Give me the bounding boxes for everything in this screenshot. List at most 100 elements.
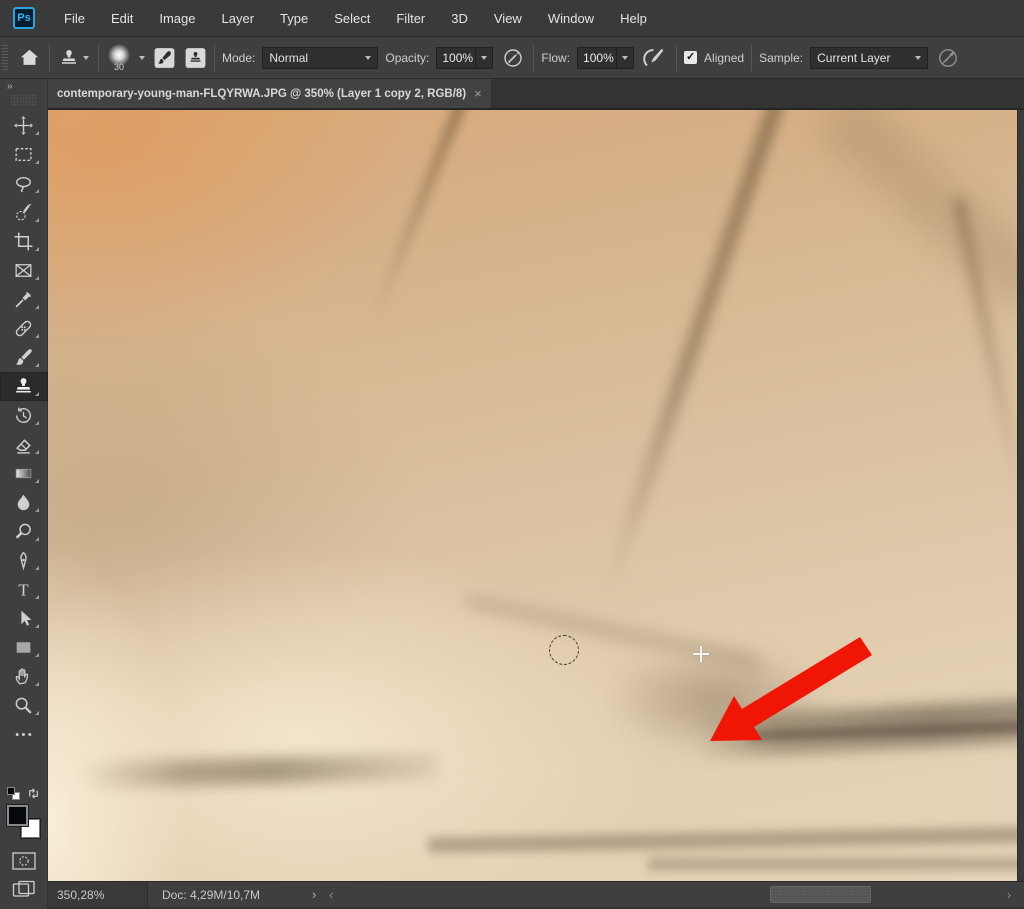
toolbar-tools: T <box>0 111 48 749</box>
scroll-right-arrow[interactable]: › <box>1002 887 1016 902</box>
tool-crop[interactable] <box>0 227 48 256</box>
options-separator <box>98 44 99 71</box>
tool-path-selection[interactable] <box>0 604 48 633</box>
close-icon[interactable]: × <box>474 87 482 100</box>
tool-eraser[interactable] <box>0 430 48 459</box>
healing-brush-icon <box>15 320 32 337</box>
tool-type[interactable]: T <box>0 575 48 604</box>
annotation-arrow <box>710 637 872 741</box>
tool-lasso[interactable] <box>0 169 48 198</box>
chevron-down-icon <box>83 55 89 60</box>
sample-dropdown[interactable]: Current Layer <box>810 46 929 69</box>
brush-panel-icon <box>154 47 174 68</box>
default-colors-button[interactable] <box>6 787 20 800</box>
menu-item-filter[interactable]: Filter <box>383 5 438 32</box>
flow-label: Flow: <box>541 50 571 65</box>
opacity-label: Opacity: <box>385 50 430 65</box>
tool-preset-picker[interactable] <box>57 46 91 70</box>
document-area: contemporary-young-man-FLQYRWA.JPG @ 350… <box>48 79 1024 909</box>
toggle-brush-settings-panel-button[interactable] <box>152 46 176 69</box>
tool-gradient[interactable] <box>0 459 48 488</box>
home-button[interactable] <box>17 45 42 70</box>
tool-dodge[interactable] <box>0 517 48 546</box>
airbrush-button[interactable] <box>641 45 669 71</box>
tool-options-bar: 30 Mode: Normal Opacity: 100% Flow: 100%… <box>0 37 1024 79</box>
frame-icon <box>15 264 32 277</box>
menu-item-help[interactable]: Help <box>607 5 660 32</box>
tool-brush[interactable] <box>0 343 48 372</box>
vertical-scrollbar[interactable] <box>1017 110 1024 881</box>
zoom-level-input[interactable]: 350,28% <box>48 882 148 907</box>
tool-rectangle[interactable] <box>0 633 48 662</box>
foreground-color-swatch[interactable] <box>5 804 29 827</box>
tool-zoom[interactable] <box>0 691 48 720</box>
document-tab-title: contemporary-young-man-FLQYRWA.JPG @ 350… <box>57 87 467 100</box>
options-separator <box>214 44 215 71</box>
ignore-adjustment-layers-button[interactable] <box>935 45 961 71</box>
ellipsis-icon <box>15 733 32 736</box>
menu-item-select[interactable]: Select <box>321 5 383 32</box>
flow-input[interactable]: 100% <box>577 46 618 69</box>
tool-move[interactable] <box>0 111 48 140</box>
scrollbar-track[interactable] <box>338 882 1002 907</box>
pressure-opacity-button[interactable] <box>500 45 526 71</box>
tool-panel: » T <box>0 79 48 909</box>
mode-value: Normal <box>269 50 309 65</box>
quick-mask-button[interactable] <box>0 847 48 875</box>
hand-icon <box>15 668 29 685</box>
move-icon <box>14 116 33 135</box>
tool-marquee[interactable] <box>0 140 48 169</box>
scrollbar-thumb[interactable] <box>769 886 871 903</box>
menu-item-type[interactable]: Type <box>267 5 321 32</box>
tool-healing-brush[interactable] <box>0 314 48 343</box>
zoom-icon <box>15 697 32 714</box>
home-icon <box>20 49 39 65</box>
type-icon: T <box>18 580 28 599</box>
canvas[interactable] <box>48 110 1024 881</box>
menu-item-image[interactable]: Image <box>146 5 208 32</box>
tool-eyedropper[interactable] <box>0 285 48 314</box>
swap-colors-icon[interactable] <box>26 786 41 801</box>
clone-stamp-icon <box>62 49 76 64</box>
mode-dropdown[interactable]: Normal <box>262 46 379 69</box>
chevron-down-icon[interactable] <box>139 55 145 60</box>
gradient-icon <box>15 468 32 479</box>
clone-stamp-icon <box>16 378 31 393</box>
brush-size-value: 30 <box>113 61 124 72</box>
toggle-clone-source-panel-button[interactable] <box>183 46 207 69</box>
opacity-input[interactable]: 100% <box>436 46 477 69</box>
menu-item-view[interactable]: View <box>481 5 535 32</box>
default-foreground-swatch <box>6 787 15 795</box>
screen-mode-icon <box>12 880 35 897</box>
clone-source-brush-cursor <box>549 635 579 665</box>
tool-clone-stamp[interactable] <box>0 372 48 401</box>
chevron-down-icon <box>915 55 922 60</box>
document-tab[interactable]: contemporary-young-man-FLQYRWA.JPG @ 350… <box>48 79 491 108</box>
tool-frame[interactable] <box>0 256 48 285</box>
opacity-dropdown-button[interactable] <box>476 46 494 69</box>
svg-text:T: T <box>18 580 28 599</box>
crop-icon <box>14 232 33 251</box>
chevron-down-icon <box>622 55 629 60</box>
menu-item-window[interactable]: Window <box>535 5 607 32</box>
brush-preset-picker[interactable]: 30 <box>106 42 132 74</box>
quick-selection-icon <box>16 203 32 221</box>
menu-item-file[interactable]: File <box>51 5 98 32</box>
collapse-panel-button[interactable]: » <box>0 79 47 95</box>
screen-mode-button[interactable] <box>0 875 48 903</box>
tool-blur[interactable] <box>0 488 48 517</box>
menu-item-layer[interactable]: Layer <box>209 5 268 32</box>
photoshop-logo-icon: Ps <box>13 7 35 29</box>
aligned-checkbox[interactable]: ✓ <box>684 51 698 64</box>
mode-label: Mode: <box>222 50 256 65</box>
scroll-left-arrow[interactable]: ‹ <box>324 887 338 902</box>
tool-ellipsis[interactable] <box>0 720 48 749</box>
tool-pen[interactable] <box>0 546 48 575</box>
menu-item-edit[interactable]: Edit <box>98 5 146 32</box>
menu-item-3d[interactable]: 3D <box>438 5 481 32</box>
tool-history-brush[interactable] <box>0 401 48 430</box>
flow-dropdown-button[interactable] <box>617 46 635 69</box>
options-bar-grip <box>2 44 8 71</box>
tool-quick-selection[interactable] <box>0 198 48 227</box>
tool-hand[interactable] <box>0 662 48 691</box>
